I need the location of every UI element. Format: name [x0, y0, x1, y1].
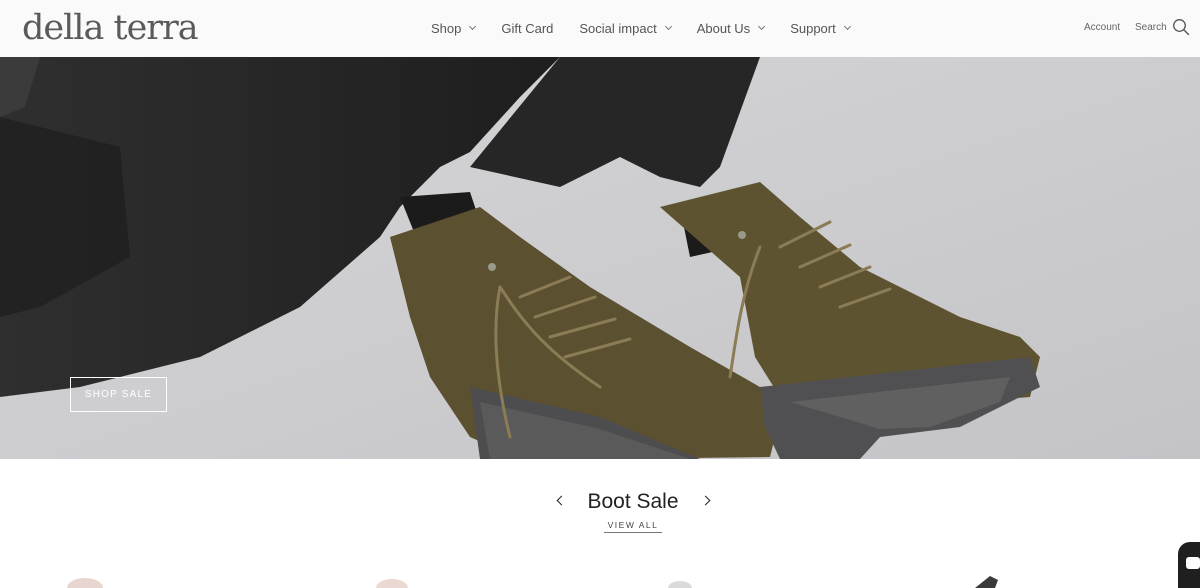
brand-logo[interactable]: della terra [22, 6, 199, 50]
chat-bubble-icon [1186, 557, 1200, 569]
nav-item-shop[interactable]: Shop [431, 20, 477, 36]
view-all-link[interactable]: VIEW ALL [604, 520, 662, 533]
chat-widget-button[interactable] [1178, 542, 1200, 588]
nav-item-label: Support [790, 20, 836, 36]
nav-item-label: Shop [431, 20, 462, 36]
product-thumbnail[interactable] [370, 568, 420, 588]
nav-item-about-us[interactable]: About Us [696, 20, 766, 36]
chevron-left-icon[interactable] [556, 495, 567, 506]
product-thumbnail[interactable] [60, 568, 110, 588]
account-link[interactable]: Account [1084, 22, 1120, 33]
hero-banner: SHOP SALE [0, 57, 1200, 459]
chevron-down-icon [758, 22, 766, 30]
search-label: Search [1135, 22, 1167, 33]
nav-item-social-impact[interactable]: Social impact [579, 20, 672, 36]
collection-title: Boot Sale [587, 490, 679, 513]
chevron-down-icon [843, 22, 851, 30]
nav-item-label: Social impact [579, 20, 657, 36]
hero-image [0, 57, 1200, 459]
search-button[interactable]: Search [1135, 18, 1190, 36]
site-header: della terra Shop Gift Card Social impact… [0, 0, 1200, 57]
chevron-down-icon [469, 22, 477, 30]
nav-item-gift-card[interactable]: Gift Card [501, 21, 553, 36]
shop-sale-button[interactable]: SHOP SALE [70, 377, 167, 412]
nav-item-support[interactable]: Support [790, 20, 851, 36]
nav-item-label: Gift Card [501, 20, 554, 36]
product-thumbnail[interactable] [660, 568, 710, 588]
search-icon [1172, 19, 1189, 36]
chevron-down-icon [664, 22, 672, 30]
product-thumbnail[interactable] [960, 568, 1010, 588]
collection-header: Boot Sale [0, 490, 1200, 518]
nav-item-label: About Us [696, 20, 751, 36]
main-nav: Shop Gift Card Social impact About Us Su… [431, 19, 851, 37]
chevron-right-icon[interactable] [700, 495, 712, 506]
